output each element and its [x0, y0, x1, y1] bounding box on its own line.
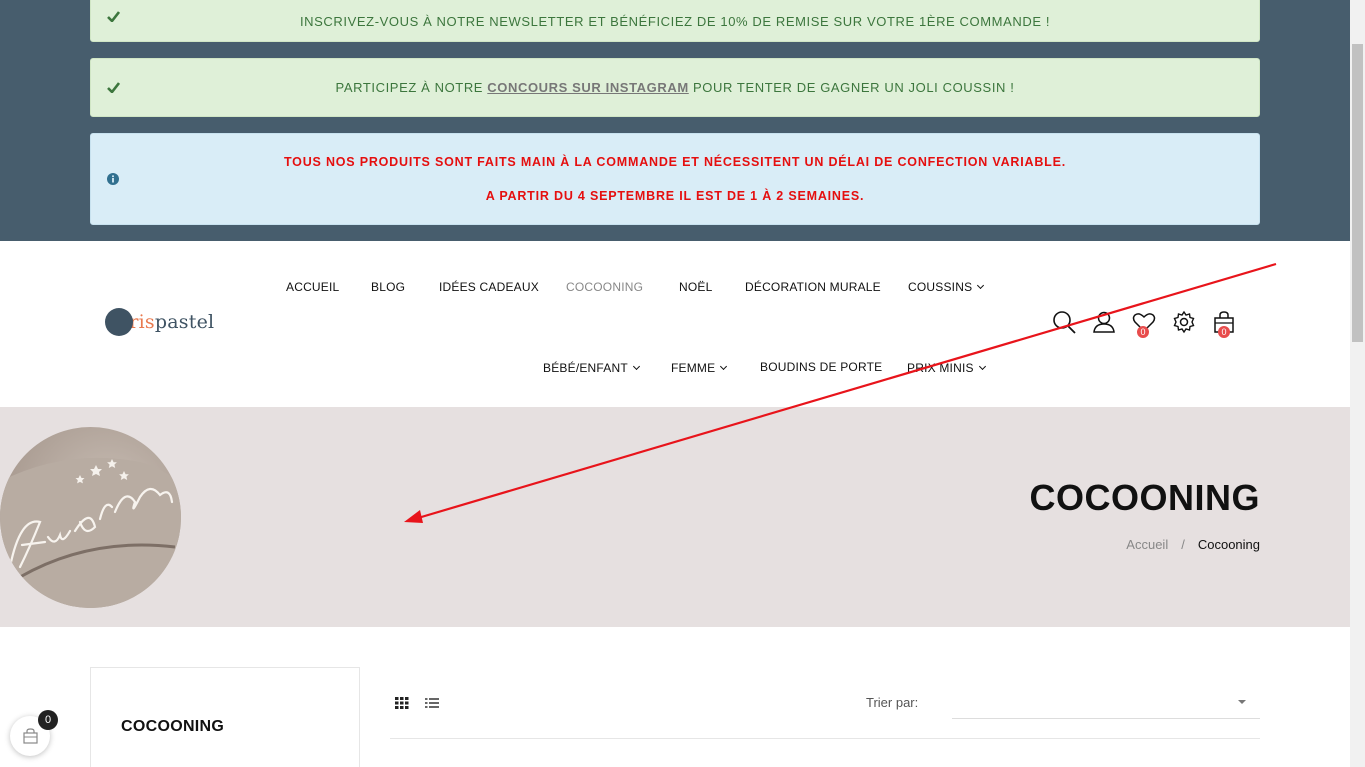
breadcrumb-home-link[interactable]: Accueil: [1126, 537, 1168, 552]
info-line-2: A partir du 4 septembre il est de 1 à 2 …: [485, 188, 865, 203]
site-logo[interactable]: grispastel: [105, 308, 214, 336]
chevron-down-icon: [720, 362, 728, 371]
page-scrollbar[interactable]: [1350, 0, 1365, 767]
check-icon: [106, 81, 120, 95]
menu-item-coussins[interactable]: Coussins: [908, 280, 985, 294]
grid-view-icon[interactable]: [395, 696, 409, 709]
cart-bag-icon[interactable]: 0: [1211, 309, 1237, 338]
chevron-down-icon: [977, 281, 985, 290]
floating-cart-count: 0: [38, 710, 58, 730]
menu-item-coussins-label: Coussins: [908, 280, 973, 294]
notice-area: Inscrivez-vous à notre newsletter et bén…: [0, 0, 1350, 241]
product-toolbar: Trier par:: [390, 680, 1260, 739]
production-info-alert: Tous nos produits sont faits main à la c…: [90, 133, 1260, 225]
category-title: COCOONING: [1029, 477, 1260, 518]
menu-item-cocooning[interactable]: Cocooning: [566, 280, 643, 294]
newsletter-alert: Inscrivez-vous à notre newsletter et bén…: [90, 0, 1260, 42]
menu-item-prix-minis[interactable]: Prix minis: [907, 361, 986, 375]
menu-item-noel[interactable]: Noël: [679, 280, 712, 294]
sort-select[interactable]: [952, 685, 1260, 719]
menu-item-blog[interactable]: Blog: [371, 280, 405, 294]
category-sidebar: Cocooning: [90, 667, 360, 767]
wishlist-heart-icon[interactable]: 0: [1131, 309, 1157, 338]
category-banner: COCOONING Accueil / Cocooning: [0, 407, 1350, 627]
breadcrumb: Accueil / Cocooning: [1126, 537, 1260, 552]
settings-gear-icon[interactable]: [1171, 309, 1197, 335]
floating-cart-button[interactable]: 0: [10, 710, 58, 756]
list-view-icon[interactable]: [425, 696, 439, 708]
wishlist-count-badge: 0: [1137, 326, 1149, 338]
caret-down-icon: [1238, 700, 1246, 704]
logo-letters-ris: ris: [129, 311, 155, 333]
cart-count-badge: 0: [1218, 326, 1230, 338]
menu-item-femme-label: Femme: [671, 361, 716, 375]
breadcrumb-current: Cocooning: [1197, 537, 1260, 552]
contest-alert: Participez à notre concours sur Instagra…: [90, 58, 1260, 117]
search-icon[interactable]: [1051, 309, 1077, 335]
breadcrumb-separator: /: [1181, 537, 1185, 552]
menu-item-idees-cadeaux[interactable]: Idées cadeaux: [439, 280, 539, 294]
menu-item-prix-minis-label: Prix minis: [907, 361, 974, 375]
logo-letters-pastel: pastel: [154, 311, 215, 333]
scrollbar-thumb[interactable]: [1352, 44, 1363, 342]
newsletter-text: Inscrivez-vous à notre newsletter et bén…: [299, 13, 1051, 29]
menu-item-accueil[interactable]: Accueil: [286, 280, 339, 294]
production-info-text: Tous nos produits sont faits main à la c…: [91, 156, 1259, 202]
contest-text: Participez à notre concours sur Instagra…: [91, 80, 1259, 95]
site-header: grispastel Accueil Blog Idées cadeaux Co…: [0, 241, 1350, 407]
menu-item-bebe-enfant-label: Bébé/Enfant: [543, 361, 628, 375]
sort-label: Trier par:: [866, 695, 919, 710]
menu-item-femme[interactable]: Femme: [671, 361, 728, 375]
logo-ball-icon: [105, 308, 133, 336]
sidebar-title: Cocooning: [121, 718, 225, 735]
info-icon: [106, 172, 120, 186]
menu-item-bebe-enfant[interactable]: Bébé/Enfant: [543, 361, 640, 375]
contest-text-before: Participez à notre: [335, 80, 488, 95]
chevron-down-icon: [632, 362, 640, 371]
menu-item-boudins-de-porte[interactable]: Boudins de porte: [760, 360, 882, 374]
info-line-1: Tous nos produits sont faits main à la c…: [283, 155, 1067, 169]
banner-photo-cushion: [0, 427, 181, 608]
chevron-down-icon: [978, 362, 986, 371]
account-icon[interactable]: [1091, 309, 1117, 335]
contest-text-after: pour tenter de gagner un joli coussin !: [688, 80, 1015, 95]
menu-item-decoration-murale[interactable]: Décoration murale: [745, 280, 881, 294]
instagram-contest-link[interactable]: concours sur Instagram: [487, 80, 688, 95]
